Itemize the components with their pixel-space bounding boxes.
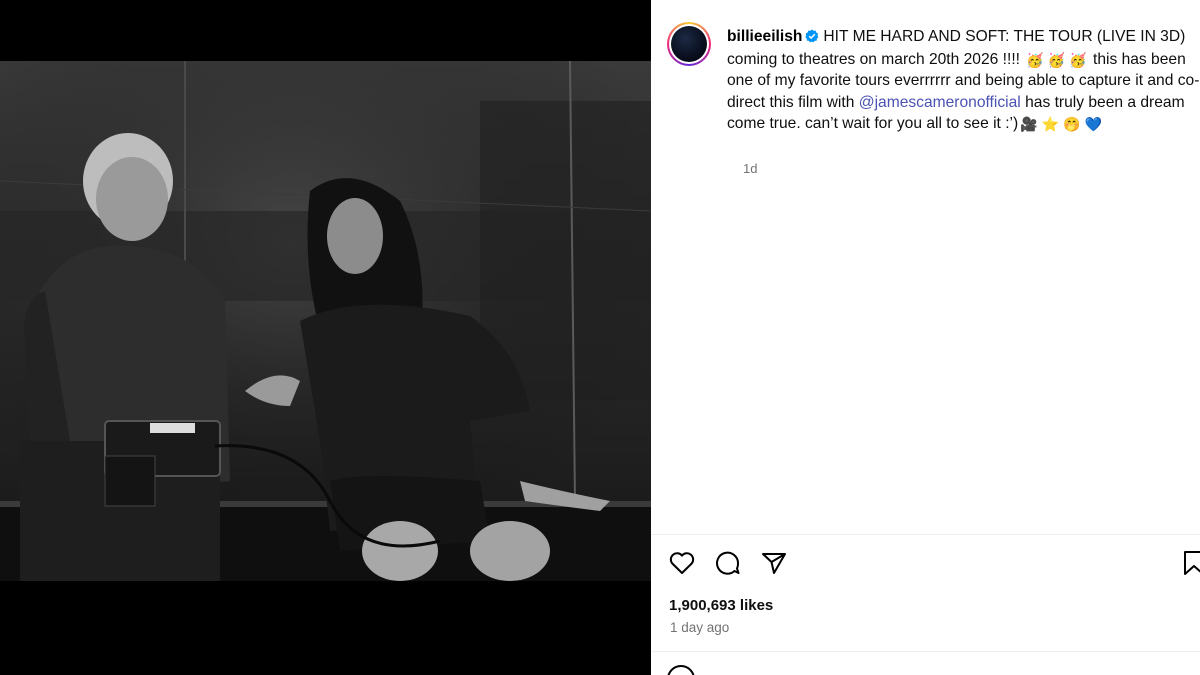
divider bbox=[651, 651, 1200, 652]
likes-count[interactable]: 1,900,693 likes bbox=[669, 597, 773, 614]
photo-image bbox=[0, 61, 651, 581]
verified-badge-icon bbox=[805, 28, 819, 49]
avatar-image bbox=[671, 26, 707, 62]
post-caption: billieeilish HIT ME HARD AND SOFT: THE TO… bbox=[727, 26, 1200, 134]
save-button[interactable] bbox=[1179, 548, 1200, 578]
post-time-ago[interactable]: 1 day ago bbox=[670, 620, 729, 635]
emoji-picker-icon[interactable] bbox=[667, 665, 695, 675]
comment-icon bbox=[713, 548, 743, 578]
post-media bbox=[0, 0, 651, 675]
avatar[interactable] bbox=[667, 22, 711, 66]
share-button[interactable] bbox=[759, 548, 789, 578]
blue-heart-emoji: 💙 bbox=[1084, 115, 1102, 132]
divider bbox=[651, 534, 1200, 535]
comment-button[interactable] bbox=[713, 548, 743, 578]
mention-link[interactable]: @jamescameronofficial bbox=[859, 94, 1021, 111]
party-face-emoji-3: 🥳 bbox=[1069, 52, 1087, 69]
star-emoji: ⭐ bbox=[1041, 115, 1060, 132]
username-link[interactable]: billieeilish bbox=[727, 28, 802, 45]
face-emoji: 🤭 bbox=[1063, 115, 1081, 132]
heart-icon bbox=[667, 548, 697, 578]
party-face-emoji-1: 🥳 bbox=[1026, 52, 1044, 69]
bookmark-icon bbox=[1179, 548, 1200, 578]
camera-emoji: 🎥 bbox=[1020, 115, 1038, 132]
party-face-emoji-2: 🥳 bbox=[1047, 52, 1066, 69]
post-photo[interactable] bbox=[0, 61, 651, 581]
like-button[interactable] bbox=[667, 548, 697, 578]
action-bar bbox=[667, 548, 1200, 580]
post-timestamp-short[interactable]: 1d bbox=[743, 161, 757, 176]
paper-plane-icon bbox=[759, 548, 789, 578]
post-panel: billieeilish HIT ME HARD AND SOFT: THE TO… bbox=[651, 0, 1200, 675]
